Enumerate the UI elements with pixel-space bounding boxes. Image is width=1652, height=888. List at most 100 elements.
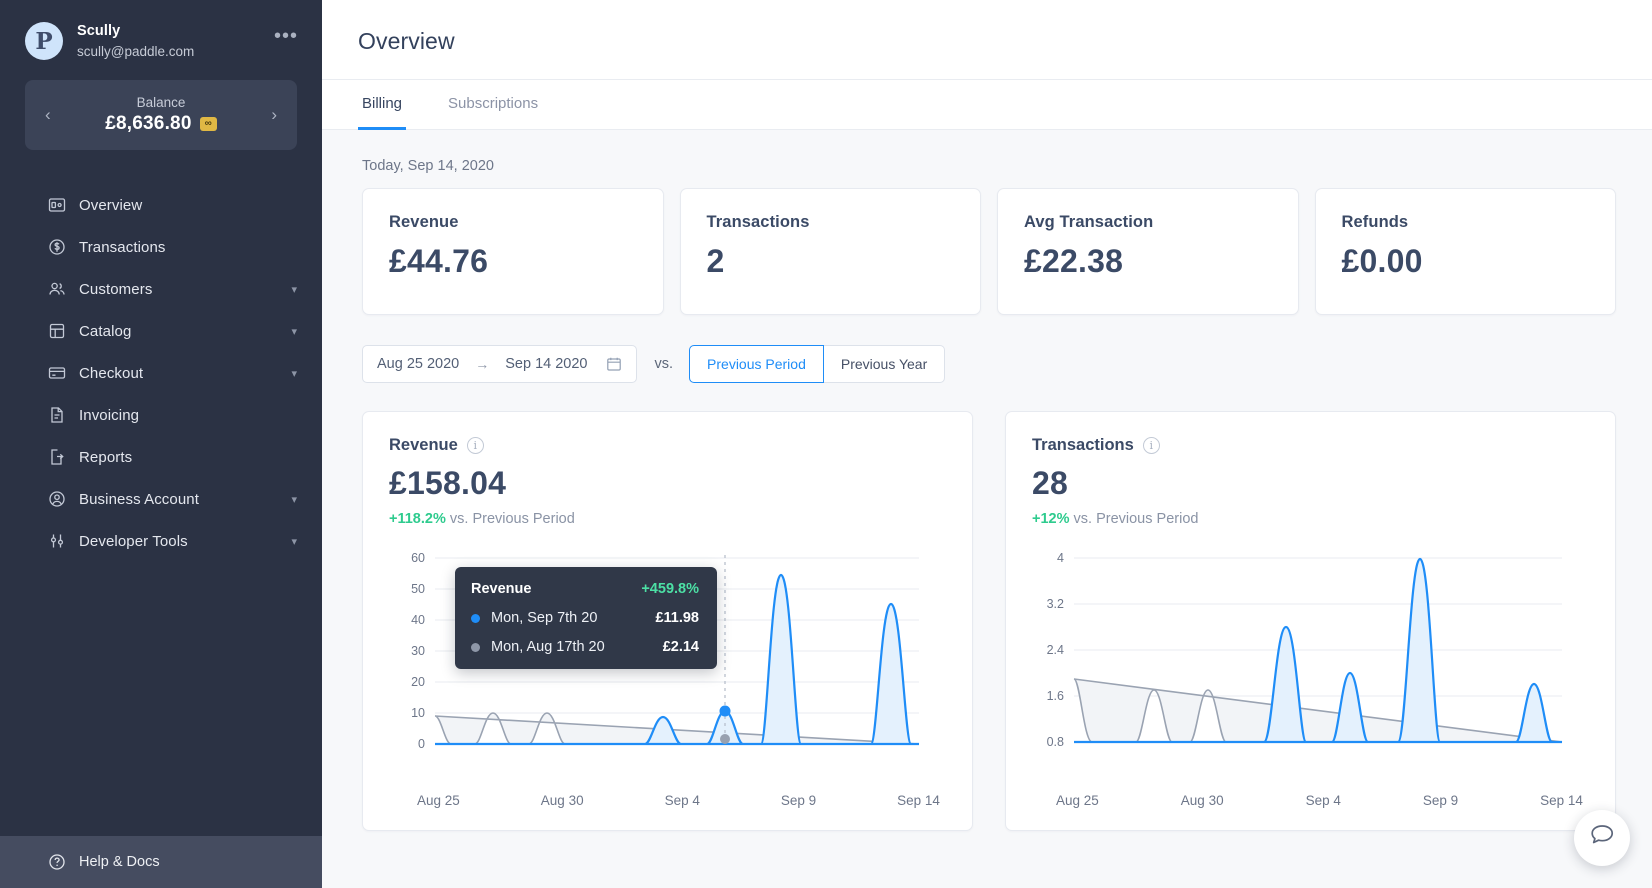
chevron-down-icon[interactable]: ▾: [291, 493, 297, 506]
x-tick: Aug 30: [540, 793, 584, 808]
sidebar-item-label: Checkout: [79, 364, 144, 382]
chart-card-revenue: Revenue i £158.04 +118.2% vs. Previous P…: [362, 411, 973, 831]
date-to-input[interactable]: Sep 14 2020: [505, 356, 587, 372]
stat-value: £22.38: [1024, 243, 1124, 279]
chevron-down-icon[interactable]: ▾: [291, 367, 297, 380]
sidebar-item-business-account[interactable]: Business Account ▾: [0, 478, 322, 520]
dashboard-icon: [47, 196, 66, 215]
stat-card-row: Revenue £44.76 Transactions 2 Avg Transa…: [362, 188, 1616, 315]
date-from-input[interactable]: Aug 25 2020: [377, 356, 459, 372]
account-menu-icon[interactable]: •••: [274, 26, 300, 50]
svg-text:3.2: 3.2: [1047, 597, 1064, 611]
chart-delta-value: +118.2%: [389, 511, 446, 527]
chart-header: Transactions i: [1032, 436, 1589, 455]
series-dot-previous-icon: [471, 642, 480, 652]
x-tick: Sep 4: [1305, 793, 1341, 808]
card-icon: [47, 364, 66, 383]
stat-value: 2: [706, 243, 725, 279]
stat-title: Avg Transaction: [1024, 213, 1154, 231]
invoice-icon: [47, 406, 66, 425]
chart-total-value: 28: [1032, 465, 1068, 501]
x-tick: Aug 30: [1180, 793, 1224, 808]
chat-bubble-icon: [1589, 822, 1616, 854]
sidebar-item-customers[interactable]: Customers ▾: [0, 268, 322, 310]
chat-widget-button[interactable]: [1574, 810, 1630, 866]
dollar-circle-icon: [47, 238, 66, 257]
sidebar-item-transactions[interactable]: Transactions: [0, 226, 322, 268]
chevron-down-icon[interactable]: ▾: [291, 325, 297, 338]
balance-content: Balance £8,636.80 ∞: [57, 95, 266, 135]
svg-text:50: 50: [411, 582, 425, 596]
transactions-plot[interactable]: 4 3.2 2.4 1.6 0.8: [1032, 545, 1589, 785]
stat-card-avg-transaction: Avg Transaction £22.38: [997, 188, 1299, 315]
account-summary[interactable]: P Scully scully@paddle.com •••: [0, 0, 322, 74]
page-title: Overview: [358, 28, 455, 54]
previous-period-series: [1073, 678, 1563, 743]
compare-previous-year-button[interactable]: Previous Year: [823, 345, 946, 383]
charts-row: Revenue i £158.04 +118.2% vs. Previous P…: [362, 411, 1616, 831]
chart-card-transactions: Transactions i 28 +12% vs. Previous Peri…: [1005, 411, 1616, 831]
sidebar-item-label: Catalog: [79, 322, 132, 340]
compare-previous-period-button[interactable]: Previous Period: [689, 345, 824, 383]
sidebar-item-developer-tools[interactable]: Developer Tools ▾: [0, 520, 322, 562]
chart-delta: +12% vs. Previous Period: [1032, 511, 1589, 527]
tab-billing[interactable]: Billing: [358, 81, 407, 130]
help-docs-label: Help & Docs: [79, 854, 160, 870]
svg-text:60: 60: [411, 551, 425, 565]
svg-text:0.8: 0.8: [1047, 735, 1064, 749]
tab-subscriptions[interactable]: Subscriptions: [444, 81, 542, 130]
sidebar-item-label: Customers: [79, 280, 153, 298]
sidebar-item-catalog[interactable]: Catalog ▾: [0, 310, 322, 352]
date-range-arrow-icon: →: [475, 356, 490, 372]
stat-value: £44.76: [389, 243, 489, 279]
avatar: P: [25, 22, 63, 61]
revenue-plot[interactable]: 60 50 40 30 20 10 0 Revenue +459.8% Mon,…: [389, 545, 946, 785]
tooltip-header: Revenue +459.8%: [471, 581, 699, 597]
sidebar-item-overview[interactable]: Overview: [0, 184, 322, 226]
tooltip-row-left: Mon, Aug 17th 20: [471, 639, 605, 655]
main-area: Overview Billing Subscriptions Today, Se…: [322, 0, 1652, 888]
info-icon[interactable]: i: [466, 437, 484, 454]
calendar-icon[interactable]: [606, 356, 622, 372]
date-controls: Aug 25 2020 → Sep 14 2020 vs. Previous P…: [362, 345, 1616, 383]
transactions-x-axis: Aug 25 Aug 30 Sep 4 Sep 9 Sep 14: [1032, 793, 1589, 808]
sidebar-item-label: Business Account: [79, 490, 200, 508]
balance-next-icon[interactable]: ›: [265, 99, 283, 131]
sidebar-item-label: Reports: [79, 448, 133, 466]
tooltip-row: Mon, Aug 17th 20 £2.14: [471, 639, 699, 655]
chart-delta: +118.2% vs. Previous Period: [389, 511, 946, 527]
sidebar: P Scully scully@paddle.com ••• ‹ Balance…: [0, 0, 322, 888]
transactions-chart-svg[interactable]: 4 3.2 2.4 1.6 0.8: [1032, 545, 1572, 757]
chart-title: Revenue: [389, 436, 458, 454]
x-tick: Sep 14: [1540, 793, 1583, 808]
chevron-down-icon[interactable]: ▾: [291, 283, 297, 296]
stat-card-refunds: Refunds £0.00: [1314, 188, 1616, 315]
chevron-down-icon[interactable]: ▾: [291, 535, 297, 548]
sidebar-item-invoicing[interactable]: Invoicing: [0, 394, 322, 436]
svg-text:4: 4: [1057, 551, 1064, 565]
x-tick: Sep 14: [897, 793, 940, 808]
tooltip-title: Revenue: [471, 581, 532, 597]
info-icon[interactable]: i: [1142, 437, 1160, 454]
sidebar-item-checkout[interactable]: Checkout ▾: [0, 352, 322, 394]
stat-title: Refunds: [1341, 213, 1409, 231]
tooltip-row-value: £11.98: [655, 610, 699, 626]
app-root: P Scully scully@paddle.com ••• ‹ Balance…: [0, 0, 1652, 888]
highlight-point-previous: [720, 734, 730, 744]
sidebar-item-reports[interactable]: Reports: [0, 436, 322, 478]
tooltip-row-value: £2.14: [662, 639, 699, 655]
x-tick: Sep 9: [780, 793, 817, 808]
balance-prev-icon[interactable]: ‹: [39, 99, 57, 131]
svg-text:2.4: 2.4: [1047, 643, 1064, 657]
chart-title: Transactions: [1032, 436, 1134, 454]
series-dot-current-icon: [471, 613, 480, 623]
report-icon: [47, 448, 66, 467]
svg-text:10: 10: [411, 706, 425, 720]
sidebar-item-label: Overview: [79, 196, 143, 214]
sidebar-item-label: Transactions: [79, 238, 166, 256]
today-label: Today, Sep 14, 2020: [362, 158, 494, 174]
sidebar-help-docs[interactable]: Help & Docs: [0, 836, 322, 888]
account-name: Scully: [77, 23, 121, 39]
date-range-picker[interactable]: Aug 25 2020 → Sep 14 2020: [362, 345, 637, 383]
svg-text:30: 30: [411, 644, 425, 658]
